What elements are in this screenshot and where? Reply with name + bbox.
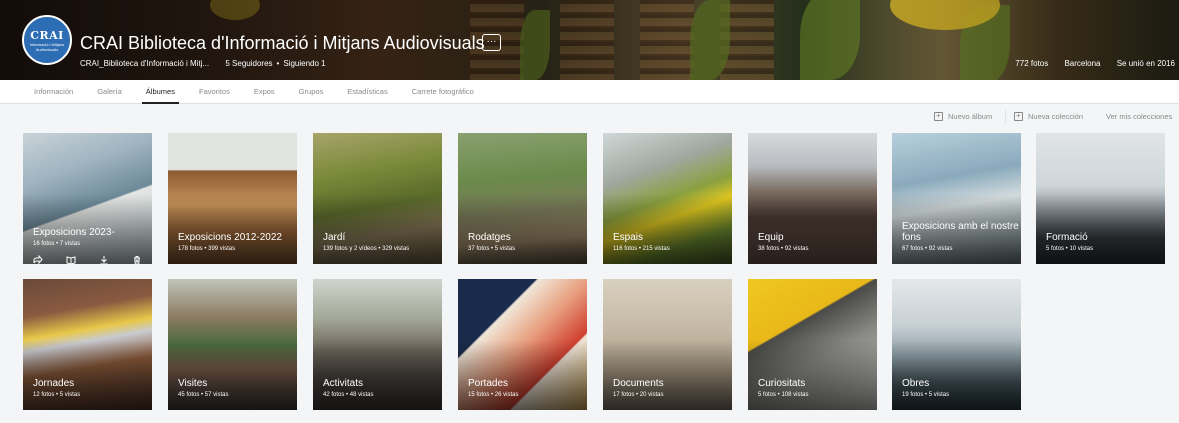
- avatar-logo: CRAI: [30, 28, 64, 42]
- album-counts: 38 fotos • 92 vistas: [758, 246, 809, 252]
- new-album-icon: [934, 111, 943, 121]
- tab-grupos[interactable]: Grupos: [299, 80, 324, 103]
- profile-tabs: Información Galería Álbumes Favoritos Ex…: [0, 80, 1179, 104]
- album-cover-gradient: [603, 340, 732, 410]
- album-cover-gradient: [168, 340, 297, 410]
- album-cover-gradient: [748, 194, 877, 264]
- album-title: Obres: [902, 378, 930, 389]
- album-counts: 45 fotos • 57 vistas: [178, 392, 229, 398]
- album-cover-gradient: [603, 194, 732, 264]
- trash-icon[interactable]: [132, 252, 142, 264]
- view-collections-label: Ver mis colecciones: [1106, 112, 1173, 121]
- share-icon[interactable]: [33, 252, 43, 264]
- album-title: Visites: [178, 378, 208, 389]
- album-title: Exposicions amb el nostre fons: [902, 221, 1019, 243]
- new-album-button[interactable]: Nuevo álbum: [934, 111, 993, 121]
- new-album-label: Nuevo álbum: [948, 112, 993, 121]
- tab-albumes[interactable]: Álbumes: [141, 80, 180, 104]
- album-portades[interactable]: Portades 15 fotos • 26 vistas: [458, 279, 587, 410]
- album-activitats[interactable]: Activitats 42 fotos • 48 vistas: [313, 279, 442, 410]
- profile-location: Barcelona: [1064, 59, 1101, 68]
- album-title: Jardí: [323, 232, 346, 243]
- album-espais[interactable]: Espais 116 fotos • 215 vistas: [603, 133, 732, 264]
- album-title: Documents: [613, 378, 664, 389]
- album-visites[interactable]: Visites 45 fotos • 57 vistas: [168, 279, 297, 410]
- new-collection-button[interactable]: Nueva colección: [1014, 111, 1084, 121]
- toolbar-divider: [1005, 110, 1006, 123]
- album-counts: 12 fotos • 5 vistas: [33, 392, 81, 398]
- album-exposicions-2012-2022[interactable]: Exposicions 2012-2022 178 fotos • 399 vis…: [168, 133, 297, 264]
- album-counts: 178 fotos • 399 vistas: [178, 246, 236, 252]
- album-cover-gradient: [1036, 194, 1165, 264]
- album-rodatges[interactable]: Rodatges 37 fotos • 5 vistas: [458, 133, 587, 264]
- book-icon[interactable]: [66, 252, 76, 264]
- avatar[interactable]: CRAI Informació i Mitjans Audiovisuals: [22, 15, 72, 65]
- album-counts: 16 fotos • 7 vistas: [33, 241, 81, 247]
- album-cover-gradient: [748, 340, 877, 410]
- album-title: Portades: [468, 378, 509, 389]
- album-cover-gradient: [313, 340, 442, 410]
- view-collections-link[interactable]: Ver mis colecciones: [1106, 112, 1172, 121]
- photo-count: 772 fotos: [1015, 59, 1049, 68]
- new-collection-icon: [1014, 111, 1023, 121]
- album-title: Exposicions 2023-: [33, 227, 115, 238]
- profile-name: CRAI Biblioteca d'Informació i Mitjans A…: [80, 33, 485, 53]
- album-counts: 19 fotos • 5 vistas: [902, 392, 950, 398]
- new-collection-label: Nueva colección: [1028, 112, 1084, 121]
- album-title: Espais: [613, 232, 644, 243]
- album-cover-gradient: [458, 194, 587, 264]
- album-title: Exposicions 2012-2022: [178, 232, 282, 243]
- album-jornades[interactable]: Jornades 12 fotos • 5 vistas: [23, 279, 152, 410]
- album-counts: 5 fotos • 10 vistas: [1046, 246, 1094, 252]
- profile-stats: 772 fotos Barcelona Se unió en 2016: [1001, 59, 1175, 68]
- tab-informacion[interactable]: Información: [34, 80, 73, 103]
- album-title: Rodatges: [468, 232, 511, 243]
- album-curiositats[interactable]: Curiositats 5 fotos • 108 vistas: [748, 279, 877, 410]
- profile-cover: CRAI Informació i Mitjans Audiovisuals C…: [0, 0, 1179, 80]
- album-cover-gradient: [313, 194, 442, 264]
- meta-separator: •: [276, 59, 280, 68]
- album-documents[interactable]: Documents 17 fotos • 20 vistas: [603, 279, 732, 410]
- album-counts: 116 fotos • 215 vistas: [613, 246, 670, 252]
- album-counts: 139 fotos y 2 vídeos • 329 vistas: [323, 246, 410, 252]
- album-obres[interactable]: Obres 19 fotos • 5 vistas: [892, 279, 1021, 410]
- album-cover-gradient: [458, 340, 587, 410]
- album-counts: 42 fotos • 48 vistas: [323, 392, 374, 398]
- album-cover-gradient: [168, 194, 297, 264]
- album-title: Equip: [758, 232, 784, 243]
- tab-galeria[interactable]: Galería: [97, 80, 122, 103]
- album-jardi[interactable]: Jardí 139 fotos y 2 vídeos • 329 vistas: [313, 133, 442, 264]
- followers-link[interactable]: 5 Seguidores: [225, 59, 272, 68]
- album-counts: 37 fotos • 5 vistas: [468, 246, 516, 252]
- album-exposicions-nostre-fons[interactable]: Exposicions amb el nostre fons 67 fotos •…: [892, 133, 1021, 264]
- more-options-button[interactable]: ···: [482, 34, 501, 51]
- album-actions: [23, 252, 152, 264]
- album-counts: 17 fotos • 20 vistas: [613, 392, 664, 398]
- tab-favoritos[interactable]: Favoritos: [199, 80, 230, 103]
- tab-estadisticas[interactable]: Estadísticas: [347, 80, 387, 103]
- album-title: Activitats: [323, 378, 364, 389]
- album-cover-gradient: [23, 340, 152, 410]
- album-exposicions-2023[interactable]: Exposicions 2023- 16 fotos • 7 vistas: [23, 133, 152, 264]
- albums-toolbar: Nuevo álbum Nueva colección Ver mis cole…: [0, 104, 1179, 130]
- album-counts: 5 fotos • 108 vistas: [758, 392, 809, 398]
- tab-carrete[interactable]: Carrete fotográfico: [412, 80, 474, 103]
- joined-date: Se unió en 2016: [1116, 59, 1175, 68]
- album-equip[interactable]: Equip 38 fotos • 92 vistas: [748, 133, 877, 264]
- album-title: Curiositats: [758, 378, 806, 389]
- album-counts: 15 fotos • 26 vistas: [468, 392, 519, 398]
- tab-expos[interactable]: Expos: [254, 80, 275, 103]
- following-link[interactable]: Siguiendo 1: [283, 59, 325, 68]
- album-cover-gradient: [892, 340, 1021, 410]
- download-icon[interactable]: [99, 252, 109, 264]
- profile-username: CRAI_Biblioteca d'Informació i Mitj...: [80, 59, 210, 68]
- album-counts: 67 fotos • 92 vistas: [902, 246, 953, 252]
- profile-meta: CRAI_Biblioteca d'Informació i Mitj... 5…: [80, 59, 340, 68]
- album-formacio[interactable]: Formació 5 fotos • 10 vistas: [1036, 133, 1165, 264]
- album-title: Formació: [1046, 232, 1088, 243]
- album-title: Jornades: [33, 378, 75, 389]
- avatar-subtitle: Informació i Mitjans Audiovisuals: [29, 41, 65, 52]
